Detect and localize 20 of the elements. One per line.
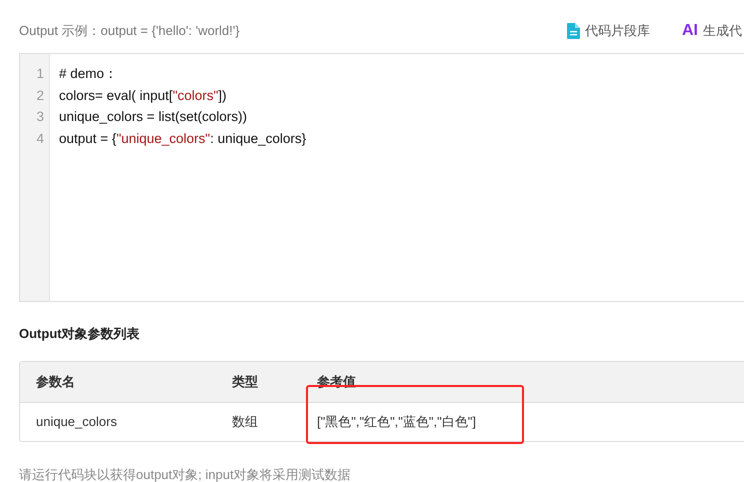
example-text: Output 示例：output = {'hello': 'world!'} — [19, 22, 240, 40]
code-line: output = {"unique_colors": unique_colors} — [59, 130, 306, 148]
column-header: 参数名 — [36, 374, 75, 389]
line-number: 3 — [35, 108, 45, 126]
column-header: 类型 — [232, 374, 258, 389]
line-number: 4 — [35, 130, 45, 148]
line-number: 1 — [35, 65, 45, 83]
table-cell: unique_colors — [36, 414, 117, 429]
code-line: # demo： — [59, 65, 120, 83]
hint-text: 请运行代码块以获得output对象; input对象将采用测试数据 — [19, 466, 352, 482]
ai-generate-link[interactable]: AI 生成代 — [682, 19, 742, 43]
code-line: colors= eval( input["colors"]) — [59, 86, 228, 105]
snippet-library-link[interactable]: 代码片段库 — [567, 21, 650, 41]
document-icon — [567, 23, 580, 39]
code-editor[interactable]: 1 2 3 4 # demo： colors= eval( input["colors"]) unique_colors = list(set(colors)) output = {"unique_colors": unique_colors} — [19, 53, 744, 302]
section-title: Output对象参数列表 — [19, 325, 141, 343]
line-number: 2 — [35, 86, 45, 104]
table-cell: ["黑色","红色","蓝色","白色"] — [317, 414, 476, 429]
code-line: unique_colors = list(set(colors)) — [59, 108, 248, 126]
table-cell: 数组 — [232, 414, 258, 429]
